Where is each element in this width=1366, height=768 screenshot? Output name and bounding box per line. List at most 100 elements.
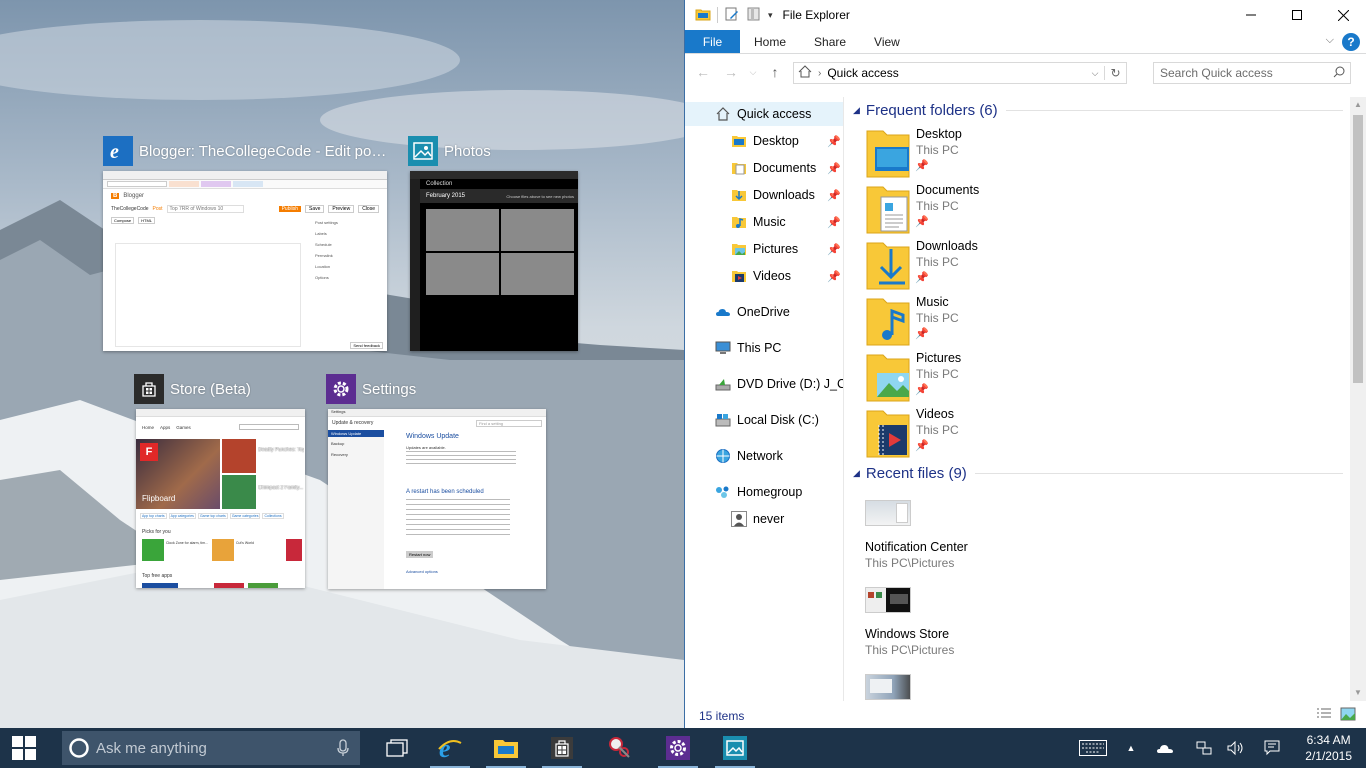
scroll-up-icon[interactable]: ▲ [1350,97,1366,113]
close-button[interactable] [1320,0,1366,30]
sidebar-item-label: Desktop [753,134,799,148]
svg-text:e: e [110,141,119,162]
pin-icon[interactable]: 📌 [827,243,841,256]
tab-view[interactable]: View [860,30,914,53]
taskbar-app-ie[interactable]: e [426,728,474,768]
recent-file-item[interactable] [865,674,1165,700]
search-box[interactable] [1153,62,1351,84]
tab-share[interactable]: Share [800,30,860,53]
sidebar-item-onedrive[interactable]: OneDrive [685,300,843,324]
sidebar-item-music[interactable]: Music 📌 [685,210,843,234]
customize-qat-icon[interactable]: ▾ [768,10,773,21]
folder-item-downloads[interactable]: Downloads This PC 📌 [865,239,1165,293]
task-view-blogger[interactable]: e Blogger: TheCollegeCode - Edit post... [103,136,393,166]
details-view-icon[interactable] [1316,707,1332,724]
store-icon [134,374,164,404]
blogger-send-feedback: Send feedback [350,342,383,349]
address-bar[interactable]: › Quick access ⌵ ↻ [793,62,1127,84]
scroll-down-icon[interactable]: ▼ [1350,685,1366,701]
tab-home[interactable]: Home [740,30,800,53]
photos-thumbnail[interactable]: Collection February 2015 Choose files ab… [410,171,578,351]
expand-ribbon-icon[interactable]: ⌵ [1326,34,1334,47]
cortana-input[interactable] [96,739,326,757]
pin-icon[interactable]: 📌 [827,270,841,283]
task-view-settings[interactable]: Settings [326,374,550,404]
blogger-thumbnail[interactable]: B Blogger TheCollegeCode Post Top 7RR of… [103,171,387,351]
taskbar-app-file-explorer[interactable] [482,728,530,768]
start-button[interactable] [0,728,48,768]
item-count: 15 items [699,709,745,723]
sidebar-item-videos[interactable]: Videos 📌 [685,264,843,288]
sidebar-item-quick-access[interactable]: Quick access [685,102,843,126]
sidebar-item-downloads[interactable]: Downloads 📌 [685,183,843,207]
recent-locations-icon[interactable]: ⌵ [747,60,759,84]
sidebar-item-homegroup[interactable]: Homegroup [685,480,843,504]
task-view-button[interactable] [373,728,421,768]
pin-icon[interactable]: 📌 [827,135,841,148]
task-view-photos[interactable]: Photos [408,136,580,166]
store-top-header: Top free apps [142,573,173,579]
sidebar-item-network[interactable]: Network [685,444,843,468]
address-dropdown-icon[interactable]: ⌵ [1086,68,1104,79]
blogger-compose-tab: Compose [111,217,135,224]
tab-file[interactable]: File [685,30,740,53]
blogger-publish-button: Publish [278,206,301,212]
forward-button[interactable]: → [719,60,743,84]
volume-icon[interactable] [1224,728,1248,768]
onedrive-tray-icon[interactable] [1152,728,1178,768]
folder-location: This PC [916,311,959,325]
sidebar-item-desktop[interactable]: Desktop 📌 [685,129,843,153]
maximize-button[interactable] [1274,0,1320,30]
refresh-icon[interactable]: ↻ [1104,66,1126,80]
taskbar-app-store[interactable] [538,728,586,768]
recent-file-item[interactable]: Windows Store This PC\Pictures [865,587,1165,657]
help-icon[interactable]: ? [1342,33,1360,51]
folder-item-documents[interactable]: Documents This PC 📌 [865,183,1165,237]
recent-file-item[interactable]: Notification Center This PC\Pictures [865,500,1165,570]
folder-item-music[interactable]: Music This PC 📌 [865,295,1165,349]
sidebar-item-pictures[interactable]: Pictures 📌 [685,237,843,261]
sidebar-item-documents[interactable]: Documents 📌 [685,156,843,180]
sidebar-item-local-disk[interactable]: Local Disk (C:) [685,408,843,432]
network-icon [715,448,731,464]
cortana-search-box[interactable] [62,731,360,765]
large-icons-view-icon[interactable] [1340,707,1356,724]
up-button[interactable]: ↑ [763,60,787,84]
folder-item-pictures[interactable]: Pictures This PC 📌 [865,351,1165,405]
sidebar-item-dvd-drive[interactable]: DVD Drive (D:) J_CCSA [685,372,843,396]
action-center-icon[interactable] [1260,728,1284,768]
pin-icon[interactable]: 📌 [827,162,841,175]
search-input[interactable] [1160,66,1328,80]
microphone-icon[interactable] [326,739,360,757]
vertical-scrollbar[interactable]: ▲ ▼ [1350,97,1366,701]
touch-keyboard-icon[interactable] [1076,728,1110,768]
collapse-icon: ◢ [853,105,860,115]
properties-icon[interactable] [724,6,740,25]
frequent-folders-header[interactable]: ◢ Frequent folders (6) [853,102,1343,119]
folder-item-videos[interactable]: Videos This PC 📌 [865,407,1165,461]
sidebar-item-this-pc[interactable]: This PC [685,336,843,360]
scrollbar-thumb[interactable] [1353,115,1363,383]
sidebar-item-never[interactable]: never [685,507,843,531]
store-link: Game top charts [197,513,228,519]
pin-icon[interactable]: 📌 [827,216,841,229]
task-view-store[interactable]: Store (Beta) [134,374,310,404]
recent-files-header[interactable]: ◢ Recent files (9) [853,465,1343,482]
home-icon [794,65,816,81]
settings-thumbnail[interactable]: Settings Update & recovery Find a settin… [328,409,546,589]
pin-icon[interactable]: 📌 [827,189,841,202]
folder-item-desktop[interactable]: Desktop This PC 📌 [865,127,1165,181]
network-tray-icon[interactable] [1192,728,1216,768]
sidebar-item-label: Homegroup [737,485,803,499]
new-folder-icon[interactable] [746,6,762,25]
store-thumbnail[interactable]: Home Apps Games F Flipboard Deadly Punch… [136,409,305,588]
pane-divider[interactable] [843,97,844,701]
taskbar-app-settings[interactable] [654,728,702,768]
show-hidden-icons-icon[interactable]: ▲ [1122,728,1140,768]
taskbar-app-snipping-tool[interactable] [596,728,644,768]
minimize-button[interactable] [1228,0,1274,30]
back-button[interactable]: ← [691,60,715,84]
taskbar-app-photos[interactable] [711,728,759,768]
quick-access-toolbar: ▾ [685,6,773,25]
system-clock[interactable]: 6:34 AM 2/1/2015 [1305,732,1352,764]
